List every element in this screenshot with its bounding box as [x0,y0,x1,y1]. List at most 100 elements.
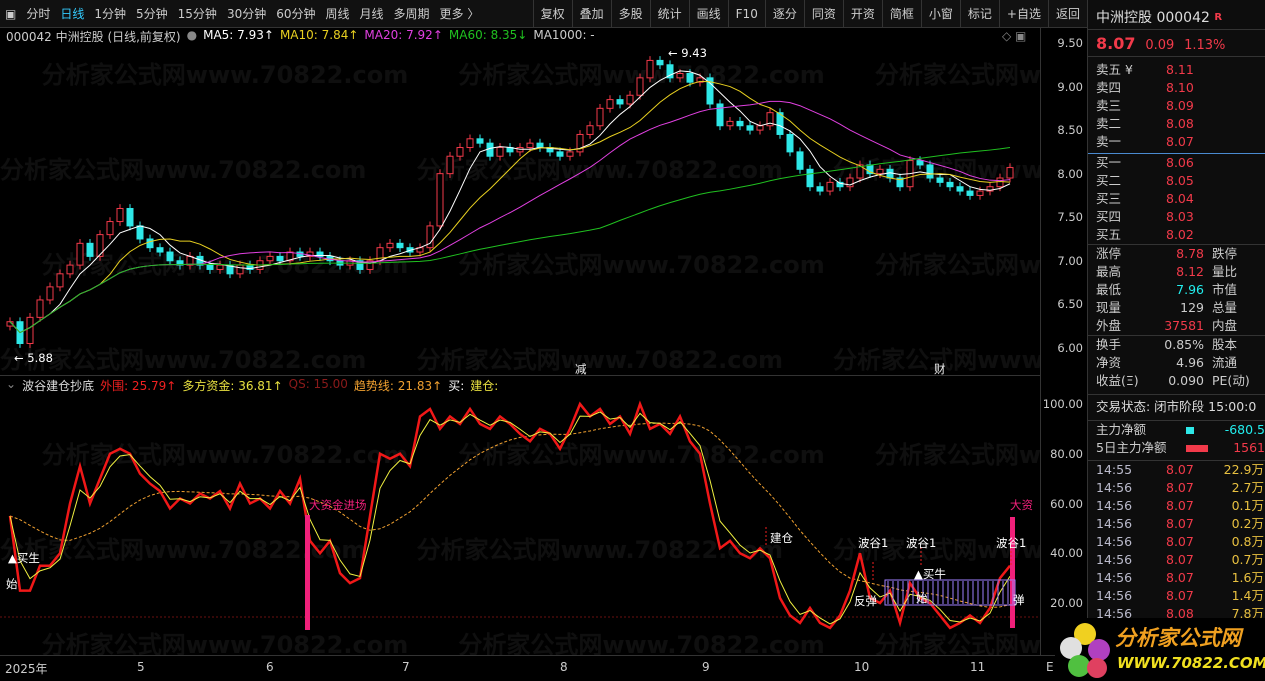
level-price: 8.10 [1166,80,1194,95]
ma5-line [9,70,1011,334]
candle-body [746,125,754,131]
level-label: 卖四 [1096,80,1122,95]
stats2-list: 换手 0.85% 股本 净资 4.96 流通 收益(Ξ) 0.090 PE(动) [1088,335,1265,390]
stat-label: 净资 [1096,355,1122,370]
candle [466,134,474,152]
price-tick: 9.50 [1057,36,1083,50]
stat-value: 0.090 [1168,373,1204,388]
tick-time: 14:56 [1096,552,1133,567]
stat-label-2: 内盘 [1212,318,1238,333]
flow-label: 5日主力净额 [1096,440,1167,455]
candle [46,282,54,305]
stat-row: 收益(Ξ) 0.090 PE(动) [1088,372,1265,390]
tick-time: 14:55 [1096,462,1133,477]
candle [246,260,254,274]
candle-body [676,72,684,79]
candle-body [996,177,1004,188]
candle [666,60,674,83]
candle [826,178,834,196]
candle-body [636,77,644,96]
candle-body [86,242,94,257]
stat-label: 外盘 [1096,318,1122,333]
annotation-build: 建仓 [770,531,793,545]
candle-body [926,164,934,179]
stat-value: 8.12 [1176,264,1204,279]
candle [316,247,324,261]
candle-body [716,103,724,127]
candle [426,221,434,253]
waiwei-value: 外围: 25.79↑ [100,379,177,393]
stat-label: 最低 [1096,282,1122,297]
candle [946,178,954,192]
candle-body [816,186,824,192]
candle [546,143,554,157]
indicator-toggle-icon[interactable]: ⌄ [6,377,16,394]
x-tick: E [1046,660,1054,674]
tick-volume: 1.4万 [1231,588,1264,603]
candle [26,313,34,348]
candle [216,260,224,274]
price-tick: 8.50 [1057,123,1083,138]
stat-label-2: 总量 [1212,300,1238,315]
tick-price: 8.07 [1166,570,1194,585]
candle [786,130,794,157]
candle-body [526,142,534,149]
candle [446,151,454,179]
tick-price: 8.07 [1166,516,1194,531]
jiancang-label: 建仓: [470,379,499,393]
flow-row: 主力净额 -680.5 [1088,421,1265,439]
level-label: 买四 [1096,209,1122,224]
level-label: 买三 [1096,191,1122,206]
logo: 分析家公式网 www.70822.com [1055,618,1265,681]
stat-label: 涨停 [1096,246,1122,261]
level-label: 卖五 ¥ [1096,62,1133,77]
level-price: 8.11 [1166,62,1194,77]
price-change: 0.09 [1145,38,1175,53]
candle-body [206,264,214,270]
stats-list: 涨停 8.78 跌停 最高 8.12 量比 最低 7.96 市值 现量 129 总量 外盘 37581 内盘 [1088,244,1265,335]
stat-label-2: 跌停 [1212,246,1238,261]
candle-body [156,247,164,253]
price-pct: 1.13% [1184,38,1226,53]
price-tick: 7.50 [1057,210,1083,225]
tick-volume: 22.9万 [1223,462,1264,477]
candle-body [436,173,444,227]
candle-body [916,160,924,166]
trend-line [9,422,1011,608]
candle-body [56,273,64,288]
annotation-trough: 波谷1 [906,536,937,550]
candle-body [216,264,224,270]
stat-row: 最高 8.12 量比 [1088,263,1265,281]
candle-body [726,120,734,127]
candle-body [756,125,764,131]
candle [166,247,174,266]
candle [856,160,864,183]
tick-row: 14:56 8.07 0.1万 [1088,497,1265,515]
candle [756,121,764,135]
candle-body [266,255,274,262]
level-price: 8.03 [1166,209,1194,224]
stat-value: 0.85% [1164,337,1204,352]
last-price: 8.07 [1096,34,1136,53]
candle [56,269,64,292]
candle-body [686,72,694,83]
candle-body [66,264,74,275]
order-level: 买二 8.05 [1088,172,1265,190]
logo-name: 分析家公式网 [1115,626,1241,650]
candle-body [566,151,574,157]
tick-volume: 0.8万 [1231,534,1264,549]
kline-chart[interactable] [0,0,1040,681]
candle [396,238,404,253]
tick-price: 8.07 [1166,534,1194,549]
candle [146,234,154,253]
level-price: 8.09 [1166,98,1194,113]
candle [646,56,654,83]
level-label: 买五 [1096,227,1122,242]
tick-volume: 0.7万 [1231,552,1264,567]
tick-time: 14:56 [1096,516,1133,531]
stat-label: 最高 [1096,264,1122,279]
toolbar-button[interactable]: 返回 [1047,0,1087,28]
indicator-tick: 100.00 [1042,397,1083,411]
tick-row: 14:56 8.07 1.4万 [1088,587,1265,605]
candle-body [236,264,244,275]
